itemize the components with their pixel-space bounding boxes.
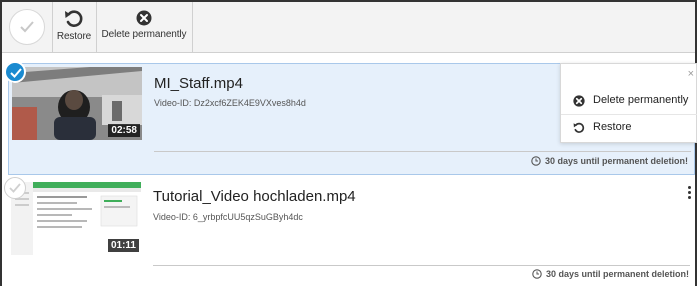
remove-circle-icon [573, 95, 585, 107]
restore-icon [573, 122, 585, 133]
check-icon [10, 68, 22, 78]
clock-icon [531, 156, 541, 166]
delete-permanently-label: Delete permanently [101, 29, 187, 40]
deletion-notice: 30 days until permanent deletion! [531, 156, 688, 166]
menu-delete-label: Delete permanently [593, 94, 689, 106]
deletion-notice-text: 30 days until permanent deletion! [545, 269, 689, 279]
restore-icon [65, 10, 83, 27]
row-select-checkbox[interactable] [4, 177, 26, 199]
deletion-notice-text: 30 days until permanent deletion! [544, 156, 688, 166]
select-all-checkbox[interactable] [9, 9, 45, 45]
video-title: Tutorial_Video hochladen.mp4 [153, 188, 356, 205]
row-context-menu: × Delete permanently Restore [560, 63, 697, 143]
delete-permanently-button[interactable]: Delete permanently [98, 2, 190, 53]
row-divider [153, 265, 690, 266]
toolbar-divider [96, 2, 97, 53]
video-duration: 01:11 [107, 239, 139, 252]
menu-delete-permanently[interactable]: Delete permanently [561, 88, 697, 114]
more-options-icon[interactable] [688, 186, 692, 202]
video-thumbnail[interactable]: 01:11 [11, 182, 141, 255]
video-id: Video-ID: 6_yrbpfcUU5qzSuGByh4dc [153, 212, 303, 222]
check-icon [20, 21, 34, 33]
menu-close-icon[interactable]: × [688, 68, 694, 80]
deletion-notice: 30 days until permanent deletion! [532, 269, 689, 279]
restore-label: Restore [56, 31, 92, 42]
clock-icon [532, 269, 542, 279]
video-title: MI_Staff.mp4 [154, 75, 243, 92]
video-id: Video-ID: Dz2xcf6ZEK4E9VXves8h4d [154, 98, 306, 108]
video-duration: 02:58 [108, 124, 140, 137]
menu-restore-label: Restore [593, 121, 632, 133]
restore-button[interactable]: Restore [53, 2, 95, 53]
row-select-checkbox[interactable] [4, 61, 26, 83]
video-row[interactable]: 01:11 Tutorial_Video hochladen.mp4 Video… [8, 180, 695, 286]
row-divider [154, 151, 691, 152]
check-icon [9, 183, 21, 193]
toolbar-divider [192, 2, 193, 53]
menu-restore[interactable]: Restore [561, 115, 697, 141]
remove-circle-icon [136, 10, 152, 26]
video-thumbnail[interactable]: 02:58 [12, 67, 142, 140]
toolbar: Restore Delete permanently [2, 2, 695, 53]
